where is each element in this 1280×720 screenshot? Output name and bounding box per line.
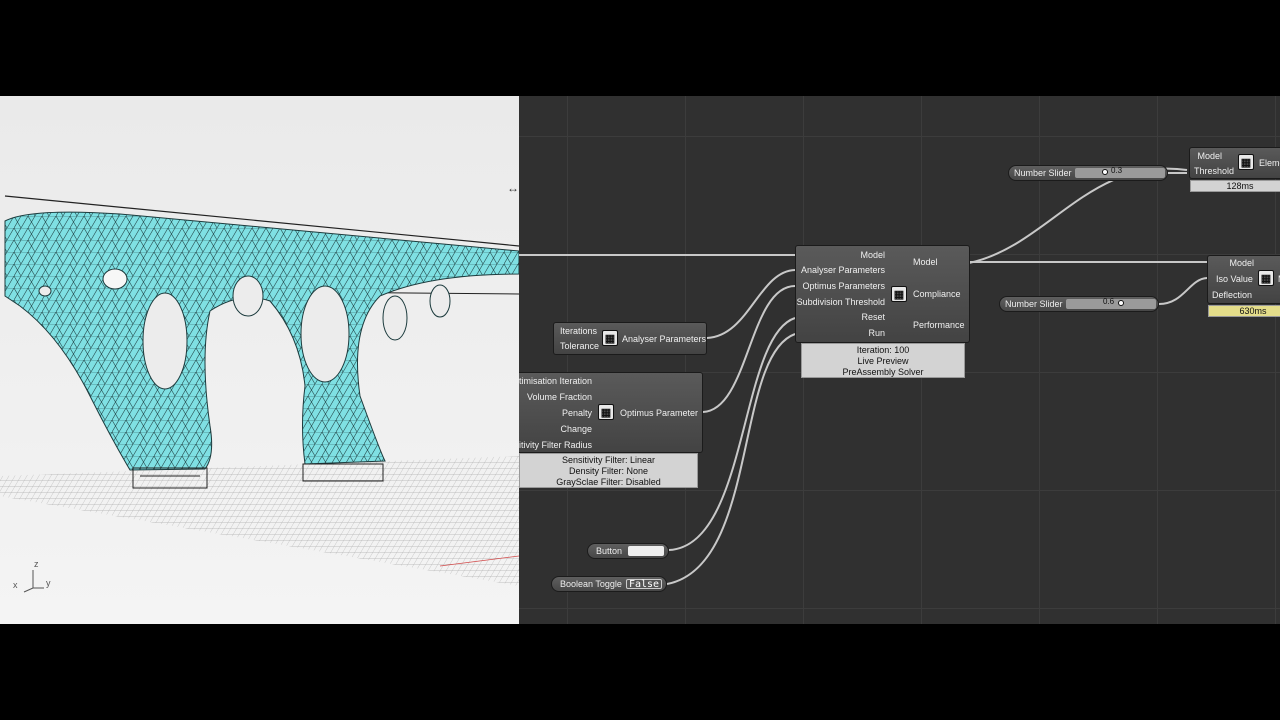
toggle-label: Boolean Toggle — [560, 579, 622, 589]
element-component[interactable]: Model Threshold ▦ Eleme — [1189, 147, 1280, 179]
slider-knob[interactable] — [1118, 300, 1124, 306]
slider-label: Number Slider — [1005, 299, 1063, 309]
input-model: Model — [1229, 258, 1254, 268]
axis-z-label: z — [34, 559, 39, 569]
input-tolerance: Tolerance — [560, 341, 600, 351]
optimus-parameter-component[interactable]: ptimisation Iteration Volume Fraction Pe… — [519, 372, 703, 453]
input-subdivision-threshold: Subdivision Threshold — [796, 297, 885, 307]
input-reset: Reset — [861, 312, 885, 322]
input-deflection: Deflection — [1212, 290, 1253, 300]
solver-component[interactable]: Model Analyser Parameters Optimus Parame… — [795, 245, 970, 343]
input-volume-fraction: Volume Fraction — [526, 392, 592, 402]
iso-number-slider[interactable]: Number Slider 0.6 — [999, 296, 1159, 312]
button-label: Button — [596, 546, 623, 556]
input-iterations: Iterations — [560, 326, 598, 336]
ground-grid — [0, 456, 519, 586]
button-face[interactable] — [628, 546, 664, 556]
viewport-scene: z x y — [0, 195, 519, 593]
output-model: Model — [913, 257, 938, 267]
slider-value: 0.3 — [1111, 166, 1123, 175]
run-button-component[interactable]: Button — [587, 543, 669, 559]
slider-label: Number Slider — [1014, 168, 1072, 178]
input-penalty: Penalty — [561, 408, 592, 418]
input-run: Run — [868, 328, 885, 338]
input-analyser-parameters: Analyser Parameters — [800, 265, 885, 275]
analyser-parameters-component[interactable]: Iterations Tolerance ▦ Analyser Paramete… — [553, 322, 707, 355]
grasshopper-canvas[interactable]: Number Slider 0.3 Model Threshold ▦ Elem… — [519, 96, 1280, 624]
solver-messages: Iteration: 100 Live Preview PreAssembly … — [801, 343, 965, 378]
axis-y-label: y — [46, 578, 51, 588]
output-analyser-parameters: Analyser Parameters — [622, 334, 707, 344]
input-model: Model — [1197, 151, 1222, 161]
solver-message-iteration: Iteration: 100 — [856, 345, 910, 355]
slider-value: 0.6 — [1103, 297, 1115, 306]
output-optimus-parameter: Optimus Parameter — [620, 408, 699, 418]
toggle-value[interactable]: False — [626, 579, 662, 590]
input-optimus-parameters: Optimus Parameters — [802, 281, 885, 291]
optimus-messages: Sensitivity Filter: Linear Density Filte… — [519, 453, 698, 488]
input-optimisation-iteration: ptimisation Iteration — [519, 376, 592, 386]
element-time: 128ms — [1190, 180, 1280, 192]
solver-message-preview: Live Preview — [857, 356, 909, 366]
optimus-message-sensitivity: Sensitivity Filter: Linear — [561, 455, 656, 465]
input-change: Change — [560, 424, 592, 434]
input-threshold: Threshold — [1194, 166, 1235, 176]
iso-time: 630ms — [1208, 305, 1280, 317]
threshold-number-slider[interactable]: Number Slider 0.3 — [1008, 165, 1168, 181]
input-sensitivity-filter-radius: sitivity Filter Radius — [519, 440, 592, 450]
boolean-toggle-component[interactable]: Boolean Toggle False — [551, 576, 667, 592]
optimus-message-grayscale: GraySclae Filter: Disabled — [556, 477, 661, 487]
resize-horizontal-icon[interactable]: ↔ — [507, 181, 519, 195]
optimus-icon: ▦ — [598, 404, 614, 420]
element-icon: ▦ — [1238, 154, 1254, 170]
output-compliance: Compliance — [913, 289, 961, 299]
iso-surface-component[interactable]: Model Iso Value Deflection ▦ M — [1207, 255, 1280, 304]
solver-message-solver: PreAssembly Solver — [842, 367, 924, 377]
optimus-message-density: Density Filter: None — [568, 466, 649, 476]
input-iso-value: Iso Value — [1216, 274, 1253, 284]
output-element: Eleme — [1259, 158, 1280, 168]
slider-knob[interactable] — [1102, 169, 1108, 175]
rhino-viewport[interactable]: z x y — [0, 96, 519, 624]
input-model: Model — [860, 250, 885, 260]
axis-x-label: x — [13, 580, 18, 590]
iso-icon: ▦ — [1258, 270, 1274, 286]
axis-gizmo — [23, 570, 44, 593]
solver-icon: ▦ — [891, 286, 907, 302]
topology-mesh — [4, 211, 519, 471]
analyser-icon: ▦ — [602, 330, 618, 346]
output-performance: Performance — [913, 320, 965, 330]
